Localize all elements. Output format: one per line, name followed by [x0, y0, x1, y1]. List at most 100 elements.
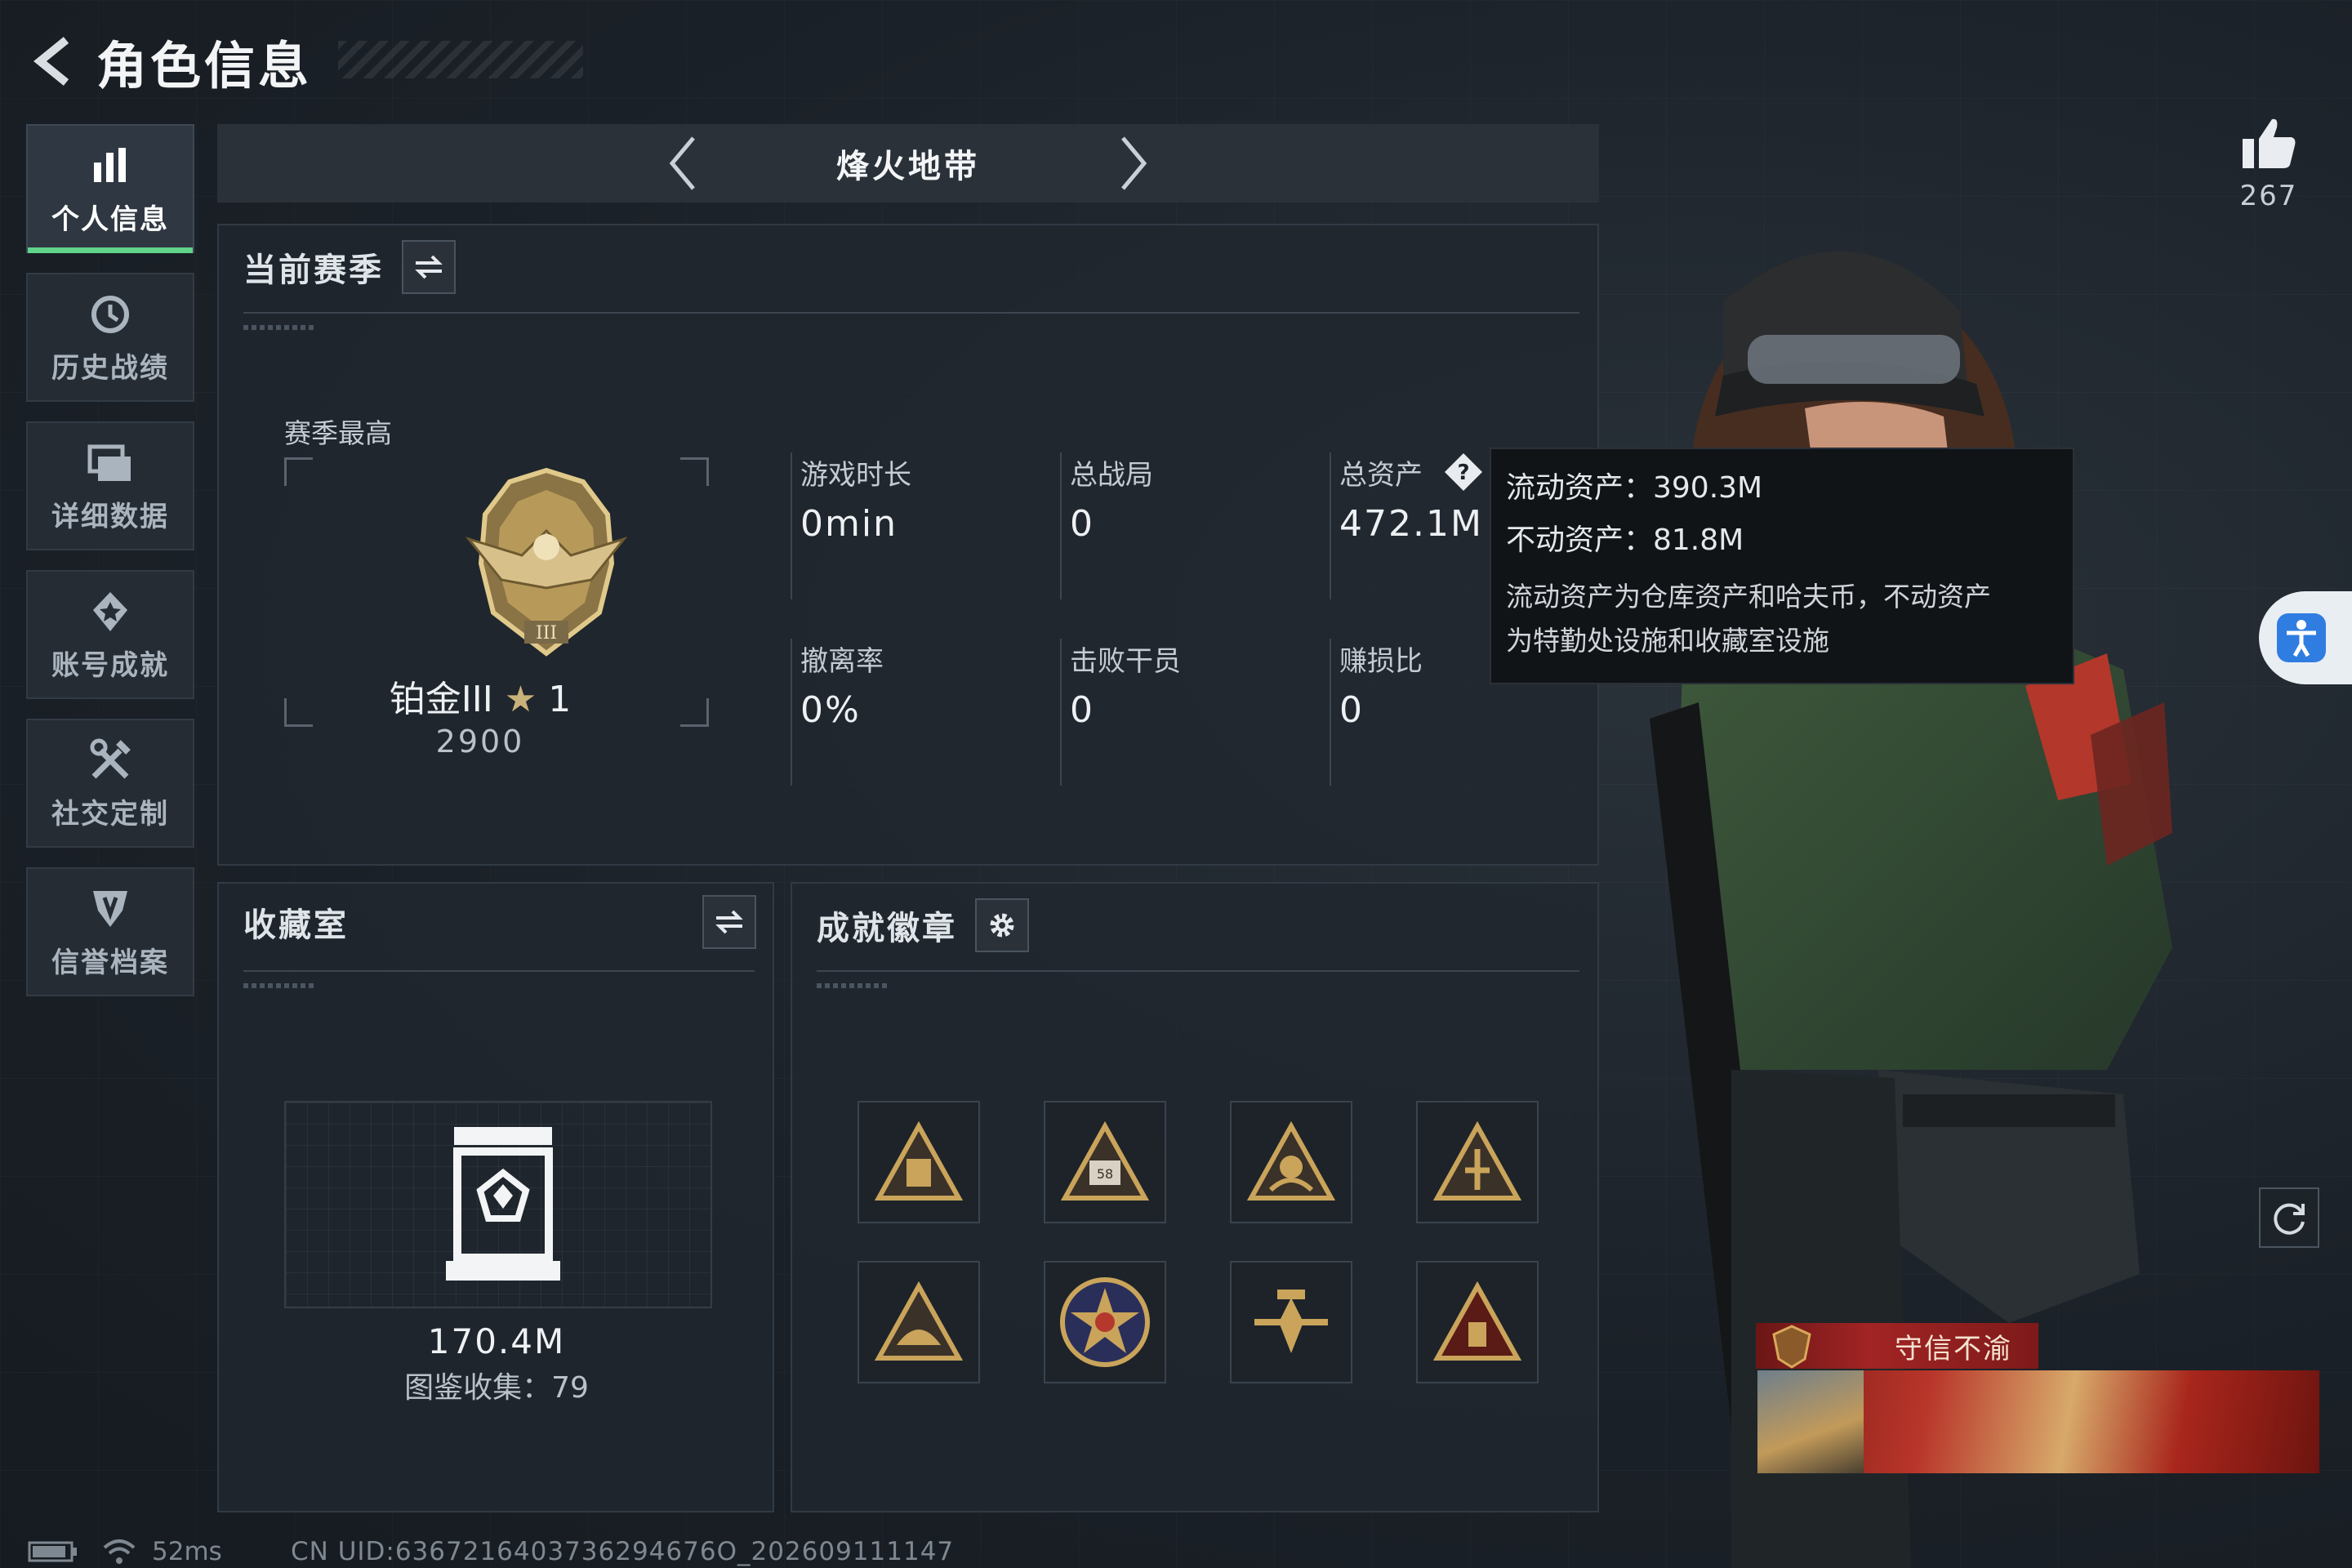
panel-title: 收藏室	[243, 906, 349, 944]
status-bar: 52ms	[28, 1537, 222, 1566]
stat-extraction-rate: 撤离率 0%	[791, 639, 1036, 786]
title-emblem-icon	[1772, 1325, 1811, 1369]
sidebar-item-label: 个人信息	[51, 203, 169, 236]
divider-dots	[243, 325, 317, 330]
star-icon: ★	[504, 679, 537, 720]
sidebar-item-label: 历史战绩	[51, 351, 169, 385]
sidebar-item-label: 信誉档案	[51, 946, 169, 979]
player-title-text: 守信不渝	[1895, 1332, 2012, 1365]
divider-dots	[817, 983, 890, 988]
panel-header: 成就徽章	[817, 898, 1029, 952]
gear-icon	[990, 913, 1014, 938]
stat-label: 击败干员	[1070, 645, 1181, 678]
badge-6[interactable]	[1044, 1261, 1166, 1383]
stat-value: 472.1M	[1339, 503, 1483, 545]
back-arrow-icon	[33, 37, 69, 86]
triangle-badge-icon	[1432, 1281, 1522, 1361]
tooltip-note: 流动资产为仓库资产和哈夫币，不动资产 为特勤处设施和收藏室设施	[1506, 575, 2058, 663]
divider	[243, 970, 755, 972]
divider	[817, 970, 1579, 972]
stat-total-matches: 总战局 0	[1060, 452, 1305, 599]
mode-prev-button[interactable]	[651, 124, 716, 203]
chevron-left-icon	[669, 136, 695, 190]
panel-title: 成就徽章	[817, 910, 957, 947]
like-count: 267	[2239, 180, 2298, 212]
folders-icon	[86, 439, 135, 488]
banner-avatar	[1757, 1370, 1864, 1473]
badge-8[interactable]	[1416, 1261, 1539, 1383]
help-icon[interactable]: ?	[1443, 452, 1484, 492]
rank-score: 2900	[435, 724, 525, 760]
rotate-icon	[2274, 1203, 2305, 1235]
stat-value: 0%	[800, 689, 861, 731]
triangle-badge-icon	[1432, 1121, 1522, 1200]
title-decoration	[338, 41, 583, 78]
rank-star-count: 1	[548, 679, 572, 720]
collection-value: 170.4M	[427, 1321, 566, 1361]
header: 角色信息	[28, 24, 583, 98]
season-switch-button[interactable]	[402, 240, 456, 294]
achievement-star-icon	[86, 587, 135, 636]
wifi-icon	[103, 1539, 136, 1564]
sidebar-item-label: 账号成就	[51, 648, 169, 682]
accessibility-button[interactable]	[2259, 591, 2352, 684]
battery-icon	[28, 1541, 77, 1562]
stat-value: 0	[1339, 689, 1364, 731]
stat-label-text: 总资产	[1339, 459, 1423, 492]
stat-label: 总战局	[1070, 459, 1153, 492]
badge-5[interactable]	[858, 1261, 980, 1383]
badge-2[interactable]: 58	[1044, 1101, 1166, 1223]
svg-text:III: III	[536, 623, 557, 644]
stat-value: 0	[1070, 689, 1094, 731]
stat-label: 游戏时长	[800, 459, 911, 492]
divider-dots	[243, 983, 317, 988]
badge-4[interactable]	[1416, 1101, 1539, 1223]
badge-1[interactable]	[858, 1101, 980, 1223]
sidebar-item-label: 社交定制	[51, 797, 169, 831]
stat-kills: 击败干员 0	[1060, 639, 1305, 786]
divider	[243, 312, 1579, 314]
like-button[interactable]: 267	[2234, 114, 2303, 212]
collection-switch-button[interactable]	[702, 895, 756, 949]
stat-value: 0min	[800, 503, 898, 545]
tooltip-note-line: 流动资产为仓库资产和哈夫币，不动资产	[1506, 581, 1991, 612]
badge-settings-button[interactable]	[975, 898, 1029, 952]
sidebar-item-detailed-data[interactable]: 详细数据	[26, 421, 194, 550]
triangle-badge-icon	[1246, 1121, 1336, 1200]
sidebar-item-achievements[interactable]: 账号成就	[26, 570, 194, 699]
player-title-tag: 守信不渝	[1756, 1323, 2038, 1369]
sidebar-item-history[interactable]: 历史战绩	[26, 273, 194, 402]
sidebar-item-credit[interactable]: 信誉档案	[26, 867, 194, 996]
triangle-badge-icon: 58	[1060, 1121, 1150, 1200]
thumbs-up-icon	[2243, 118, 2296, 168]
display-case-icon	[446, 1127, 560, 1281]
wing-badge-icon	[1254, 1290, 1328, 1353]
stat-label: 赚损比	[1339, 645, 1423, 678]
badge-7[interactable]	[1230, 1261, 1352, 1383]
stat-label: 总资产 ?	[1339, 452, 1484, 497]
season-peak-label: 赛季最高	[284, 417, 392, 449]
rotate-model-button[interactable]	[2259, 1187, 2319, 1248]
sidebar-item-social[interactable]: 社交定制	[26, 719, 194, 848]
rank-emblem-icon: III	[465, 467, 628, 657]
player-banner[interactable]	[1757, 1370, 2319, 1473]
panel-header: 当前赛季	[243, 240, 456, 294]
back-button[interactable]	[28, 32, 80, 91]
swap-icon	[715, 910, 743, 934]
tooltip-note-line: 为特勤处设施和收藏室设施	[1506, 625, 1829, 657]
assets-tooltip: 流动资产：390.3M 不动资产：81.8M 流动资产为仓库资产和哈夫币，不动资…	[1490, 448, 2074, 684]
badge-3[interactable]	[1230, 1101, 1352, 1223]
mode-next-button[interactable]	[1100, 124, 1165, 203]
rank-name: 铂金III ★ 1	[219, 670, 742, 722]
collection-room-frame[interactable]	[284, 1101, 712, 1308]
triangle-badge-icon	[874, 1121, 964, 1200]
sidebar-item-personal-info[interactable]: 个人信息	[26, 124, 194, 253]
history-clock-icon	[86, 290, 135, 339]
tooltip-fixed-assets: 不动资产：81.8M	[1506, 523, 1744, 557]
panel-header: 收藏室	[243, 895, 758, 949]
collection-count: 图鉴收集：79	[404, 1371, 589, 1405]
svg-text:58: 58	[1097, 1166, 1113, 1182]
svg-text:?: ?	[1457, 461, 1469, 485]
bar-chart-icon	[86, 141, 135, 190]
stat-value: 0	[1070, 503, 1094, 545]
